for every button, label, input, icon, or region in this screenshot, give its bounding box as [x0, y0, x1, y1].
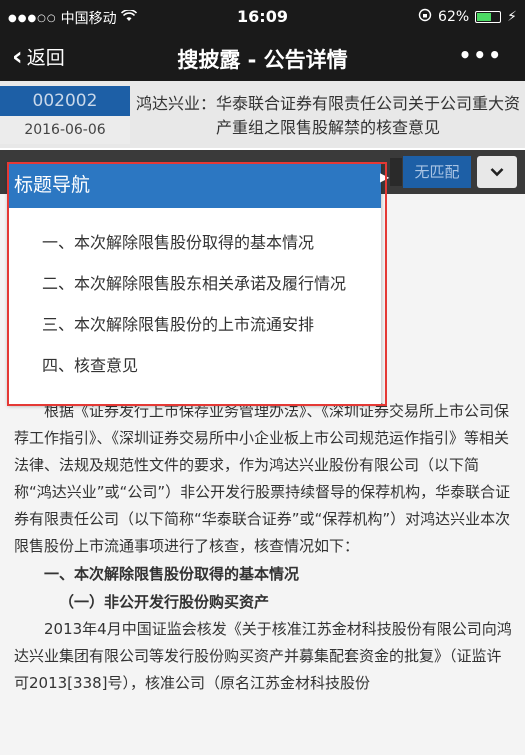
title-nav-item-2[interactable]: 二、本次解除限售股东相关承诺及履行情况	[8, 263, 381, 304]
status-bar: ●●●○○ 中国移动 16:09 62% ⚡	[0, 0, 525, 33]
title-navigation-panel: 标题导航 一、本次解除限售股份取得的基本情况 二、本次解除限售股东相关承诺及履行…	[8, 163, 381, 404]
section-heading: 一、本次解除限售股份取得的基本情况	[44, 565, 300, 583]
announcement-date: 2016-06-06	[0, 116, 130, 144]
stock-code: 002002	[0, 86, 130, 116]
status-right: 62% ⚡	[418, 8, 517, 26]
title-nav-item-4[interactable]: 四、核查意见	[8, 345, 381, 386]
charging-icon: ⚡	[507, 9, 517, 25]
page-title: 搜披露 - 公告详情	[177, 48, 348, 72]
subsection-heading: （一）非公开发行股份购买资产	[59, 593, 270, 611]
no-match-button[interactable]: 无匹配	[403, 156, 471, 188]
title-navigation-header: 标题导航	[8, 163, 381, 208]
document-text: 根据《证券发行上市保荐业务管理办法》、《深圳证券交易所上市公司保荐工作指引》、《…	[14, 398, 514, 697]
title-nav-item-3[interactable]: 三、本次解除限售股份的上市流通安排	[8, 304, 381, 345]
caret-right-icon: ▶	[380, 170, 390, 184]
document-paragraph: 根据《证券发行上市保荐业务管理办法》、《深圳证券交易所上市公司保荐工作指引》、《…	[14, 402, 511, 555]
dropdown-button[interactable]	[477, 156, 517, 188]
title-navigation-list: 一、本次解除限售股份取得的基本情况 二、本次解除限售股东相关承诺及履行情况 三、…	[8, 208, 381, 386]
battery-icon	[475, 11, 502, 23]
battery-percent: 62%	[438, 9, 470, 25]
navigation-bar: ‹ 返回 搜披露 - 公告详情 •••	[0, 33, 525, 81]
document-paragraph: 2013年4月中国证监会核发《关于核准江苏金材科技股份有限公司向鸿达兴业集团有限…	[14, 620, 512, 692]
chevron-down-icon	[490, 162, 504, 181]
more-button[interactable]: •••	[459, 43, 503, 67]
search-divider	[390, 158, 402, 186]
rotation-lock-icon	[418, 8, 432, 26]
title-nav-item-1[interactable]: 一、本次解除限售股份取得的基本情况	[8, 222, 381, 263]
announcement-title: 鸿达兴业：华泰联合证券有限责任公司关于公司重大资产重组之限售股解禁的核查意见	[136, 94, 521, 137]
